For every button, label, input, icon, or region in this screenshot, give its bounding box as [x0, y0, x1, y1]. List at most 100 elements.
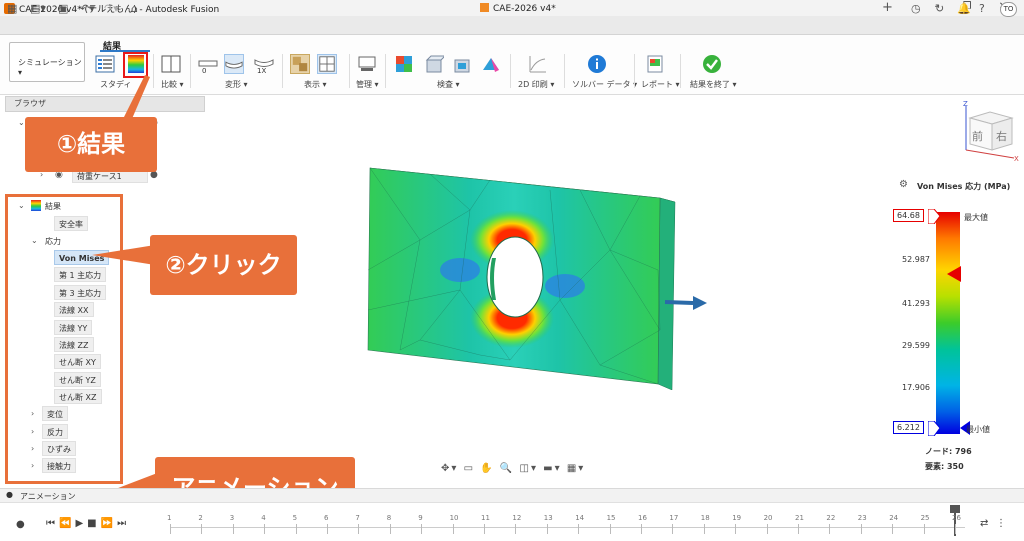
timeline-frame-number: 21: [795, 514, 804, 522]
play-icon[interactable]: ▶: [75, 518, 87, 529]
legend-max-marker[interactable]: [928, 209, 940, 224]
legend-tick: 52.987: [902, 255, 930, 264]
grid-icon[interactable]: ▦▾: [567, 463, 585, 474]
new-tab-icon[interactable]: +: [882, 0, 893, 15]
gear-icon[interactable]: ⚙: [899, 179, 908, 190]
loop-icon[interactable]: ⇄: [980, 518, 988, 529]
timeline-tick: [327, 524, 328, 534]
view-cube[interactable]: [958, 100, 1020, 164]
print-2d-group-label[interactable]: 2D 印刷 ▾: [518, 79, 554, 90]
inspect-points-icon[interactable]: [424, 54, 444, 74]
redo-icon[interactable]: ↷▾: [104, 2, 119, 15]
report-group-label[interactable]: レポート ▾: [641, 79, 680, 90]
extensions-icon[interactable]: ↻: [935, 2, 944, 15]
home-icon[interactable]: ⌂: [131, 2, 138, 15]
animation-panel-header[interactable]: [0, 488, 1024, 502]
last-frame-icon[interactable]: ⏭: [117, 518, 130, 529]
inspect-slice-icon[interactable]: [481, 54, 501, 74]
print-2d-icon[interactable]: [527, 54, 547, 74]
results-tree-highlight: [5, 194, 123, 484]
fit-icon[interactable]: ◫▾: [520, 463, 538, 474]
legend-probe-marker[interactable]: [947, 266, 961, 282]
timeline-tick: [578, 524, 580, 534]
callout-click: ②クリック: [150, 235, 297, 295]
first-frame-icon[interactable]: ⏮: [46, 518, 59, 529]
legend-min-marker[interactable]: [928, 421, 940, 436]
more-options-icon[interactable]: ⋮: [996, 518, 1006, 529]
undo-icon[interactable]: ↶▾: [80, 2, 95, 15]
timeline-frame-number: 16: [638, 514, 647, 522]
timeline-tick: [232, 524, 234, 534]
timeline-tick: [201, 524, 203, 534]
user-avatar[interactable]: TO: [1000, 2, 1017, 17]
timeline-frame-number: 18: [700, 514, 710, 522]
chevron-down-icon[interactable]: ⌄: [18, 118, 25, 127]
document-tab[interactable]: CAE-2026 v4*: [472, 1, 564, 19]
viewcube-front-label[interactable]: 前: [972, 128, 983, 144]
legend-max-input[interactable]: 64.68: [893, 209, 924, 222]
display-settings-icon[interactable]: ▬▾: [543, 463, 561, 474]
deform-group-label[interactable]: 変形 ▾: [225, 79, 248, 90]
design-cube-icon: [480, 3, 489, 12]
manage-icon[interactable]: [357, 54, 377, 74]
finish-results-label[interactable]: 結果を終了 ▾: [690, 79, 737, 90]
inspect-section-icon[interactable]: [452, 54, 472, 74]
inspect-group-label[interactable]: 検査 ▾: [437, 79, 460, 90]
solver-info-icon[interactable]: [587, 54, 607, 74]
help-icon[interactable]: ?: [979, 2, 985, 15]
timeline-tick: [735, 524, 737, 534]
timeline-tick: [923, 524, 925, 534]
deform-none-icon[interactable]: [198, 54, 218, 74]
legend-tick: 17.906: [902, 383, 930, 392]
ribbon-separator: [349, 54, 350, 88]
axis-x-label: X: [1014, 155, 1019, 163]
ribbon-separator: [282, 54, 283, 88]
study-settings-icon[interactable]: [95, 54, 115, 74]
timeline-tick: [703, 524, 705, 534]
grid-menu-icon[interactable]: ▦: [7, 2, 17, 15]
job-status-icon[interactable]: ◷: [911, 2, 921, 15]
timeline-tick: [170, 524, 171, 534]
timeline-track[interactable]: [170, 527, 965, 528]
file-menu-icon[interactable]: ▤▾: [30, 2, 46, 15]
notifications-icon[interactable]: 🔔: [957, 2, 971, 15]
finish-results-icon[interactable]: [702, 54, 722, 74]
stress-result-model[interactable]: [360, 150, 720, 390]
timeline-tick: [515, 524, 517, 534]
compare-group-label[interactable]: 比較 ▾: [161, 79, 184, 90]
timeline-tick: [609, 524, 611, 534]
playback-controls: ⏮⏪▶■⏩⏭: [46, 518, 130, 529]
timeline-frame-number: 9: [418, 514, 423, 522]
legend-color-bar: [936, 212, 960, 434]
compare-icon[interactable]: [161, 54, 181, 74]
workspace-switcher[interactable]: シミュレーション ▾: [9, 42, 85, 82]
stop-icon[interactable]: ■: [87, 518, 100, 529]
step-forward-icon[interactable]: ⏩: [101, 518, 117, 529]
pan-icon[interactable]: ✋: [480, 463, 494, 474]
save-icon[interactable]: ▣: [58, 2, 68, 15]
zoom-icon[interactable]: 🔍: [500, 463, 514, 474]
timeline-frame-number: 17: [669, 514, 679, 522]
orbit-icon[interactable]: ✥▾: [441, 463, 458, 474]
ribbon-separator: [190, 54, 191, 88]
collapse-icon[interactable]: ●: [6, 490, 13, 499]
window-title: CAE-2026 v4* (テルえもん) - Autodesk Fusion: [19, 5, 220, 15]
display-shaded-icon[interactable]: [290, 54, 310, 74]
timeline-frame-number: 22: [826, 514, 836, 522]
display-group-label[interactable]: 表示 ▾: [304, 79, 327, 90]
timeline-frame-number: 26: [952, 514, 961, 522]
timeline-tick: [955, 524, 956, 534]
workspace-label: シミュレーション: [18, 58, 82, 67]
report-icon[interactable]: [645, 54, 665, 74]
manage-group-label[interactable]: 管理 ▾: [356, 79, 379, 90]
inspect-probe-icon[interactable]: [394, 54, 414, 74]
record-icon[interactable]: ●: [16, 519, 25, 530]
deform-adjusted-icon[interactable]: [224, 54, 244, 74]
look-at-icon[interactable]: ▭: [464, 463, 475, 474]
solver-data-group-label[interactable]: ソルバー データ ▾: [572, 79, 637, 90]
display-mesh-icon[interactable]: [317, 54, 337, 74]
step-back-icon[interactable]: ⏪: [59, 518, 75, 529]
legend-min-input[interactable]: 6.212: [893, 421, 924, 434]
ribbon-separator: [385, 54, 386, 88]
viewcube-right-label[interactable]: 右: [996, 128, 1007, 144]
